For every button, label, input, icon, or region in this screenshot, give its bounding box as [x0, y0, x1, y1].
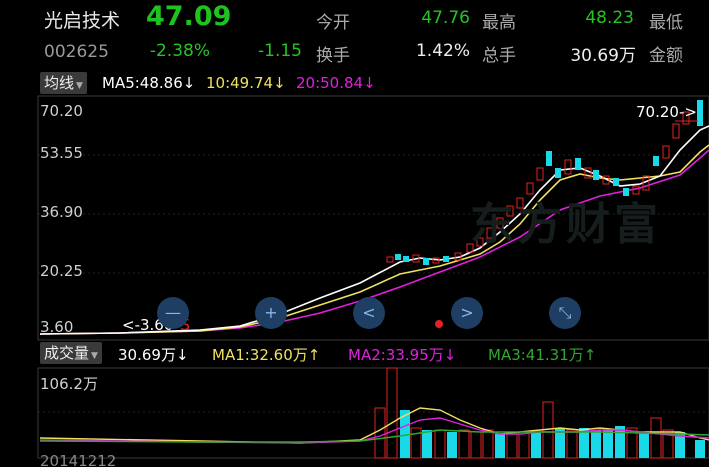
vol-ma1-readout: MA1:32.60万↑ [212, 344, 320, 365]
volume-bar [506, 433, 518, 459]
candlestick [443, 256, 449, 262]
vol-ma1-arrow: ↑ [307, 346, 321, 364]
candlestick [423, 258, 429, 265]
volume-selector[interactable]: 成交量 ▼ [40, 342, 102, 364]
volume-bar [495, 434, 505, 458]
vol-arrow: ↓ [175, 346, 189, 364]
volume-bar [422, 430, 432, 458]
candlestick [536, 167, 544, 181]
candlestick [395, 254, 401, 260]
max-price-marker: 70.20-> [636, 103, 697, 121]
vol-ma2-value: MA2:33.95万 [348, 346, 444, 364]
vol-ma3-value: MA3:41.31万 [488, 346, 584, 364]
dropdown-triangle-icon: ▼ [91, 351, 98, 361]
chevron-right-icon: > [460, 303, 474, 322]
volume-bar [482, 429, 494, 459]
vol-ma2-readout: MA2:33.95万↓ [348, 344, 456, 365]
vol-ma3-readout: MA3:41.31万↑ [488, 344, 596, 365]
price-axis-label: 70.20 [40, 102, 83, 120]
candlestick [662, 145, 670, 159]
chevron-left-icon: < [362, 303, 376, 322]
collapse-button[interactable]: ⤡ [549, 297, 581, 329]
candlestick [697, 100, 703, 126]
vol-ma2-arrow: ↓ [443, 346, 457, 364]
price-axis-label: 53.55 [40, 144, 83, 162]
previous-button[interactable]: < [353, 297, 385, 329]
volume-bar [374, 407, 386, 459]
candlestick [653, 156, 659, 166]
volume-bar [434, 429, 446, 459]
volume-bar [470, 431, 482, 459]
volume-bar [566, 429, 578, 459]
zoom-in-button[interactable]: + [255, 297, 287, 329]
volume-bar [386, 367, 398, 459]
candlestick [555, 168, 561, 178]
volume-bar [603, 430, 613, 458]
trade-marker-dot [435, 320, 443, 328]
volume-bar [531, 432, 541, 458]
vol-readout: 30.69万↓ [118, 344, 189, 365]
date-label: 20141212 [40, 452, 117, 467]
candlestick [672, 123, 680, 139]
next-button[interactable]: > [451, 297, 483, 329]
vol-ma1-value: MA1:32.60万 [212, 346, 308, 364]
volume-bar [639, 432, 649, 458]
zoom-in-icon: + [264, 303, 278, 322]
collapse-icon: ⤡ [558, 303, 572, 322]
zoom-out-button[interactable]: — [157, 297, 189, 329]
price-axis-label: 3.60 [40, 318, 74, 336]
candlestick [403, 256, 409, 262]
vol-ma3-arrow: ↑ [583, 346, 597, 364]
volume-axis-max: 106.2万 [40, 375, 98, 393]
volume-bar [650, 417, 662, 459]
candlestick [575, 158, 581, 170]
candlestick [613, 178, 619, 186]
candlestick [564, 159, 572, 175]
zoom-out-icon: — [165, 303, 181, 322]
candlestick [593, 170, 599, 180]
volume-bar [447, 432, 457, 458]
volume-bar [518, 431, 530, 459]
candlestick [386, 256, 394, 263]
watermark: 东方财富 [470, 199, 662, 250]
price-axis-label: 36.90 [40, 203, 83, 221]
vol-value: 30.69万 [118, 346, 176, 364]
price-axis-label: 20.25 [40, 262, 83, 280]
volume-series [374, 367, 705, 459]
volume-bar [458, 429, 470, 459]
volume-bar [591, 430, 601, 458]
volume-selector-label: 成交量 [44, 344, 90, 362]
candlestick [546, 151, 552, 166]
volume-bar [695, 440, 705, 458]
